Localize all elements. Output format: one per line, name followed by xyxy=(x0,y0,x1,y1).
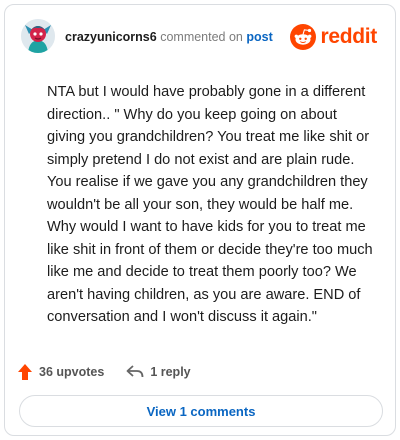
comment-actions: 36 upvotes 1 reply xyxy=(17,361,213,383)
reddit-logo-icon xyxy=(290,24,317,50)
reddit-brand[interactable]: reddit xyxy=(290,23,377,51)
username-link[interactable]: crazyunicorns6 xyxy=(65,30,157,44)
reply-count: 1 reply xyxy=(150,365,191,379)
reply-arrow-icon xyxy=(126,365,144,378)
post-link[interactable]: post xyxy=(246,30,272,44)
commented-on-text: commented on xyxy=(160,30,243,44)
comment-card: crazyunicorns6 commented on post reddit … xyxy=(4,4,396,436)
upvote-arrow-icon xyxy=(18,364,32,380)
upvote-button[interactable]: 36 upvotes xyxy=(17,363,104,381)
reply-button[interactable]: 1 reply xyxy=(126,364,191,380)
avatar-icon xyxy=(21,19,55,53)
comment-header: crazyunicorns6 commented on post reddit xyxy=(19,19,381,55)
comment-body: NTA but I would have probably gone in a … xyxy=(47,84,373,325)
upvote-count: 36 upvotes xyxy=(39,365,105,379)
comment-meta: crazyunicorns6 commented on post xyxy=(65,30,273,44)
avatar[interactable] xyxy=(21,19,55,53)
brand-wordmark: reddit xyxy=(320,25,377,48)
view-comments-button[interactable]: View 1 comments xyxy=(19,395,383,427)
